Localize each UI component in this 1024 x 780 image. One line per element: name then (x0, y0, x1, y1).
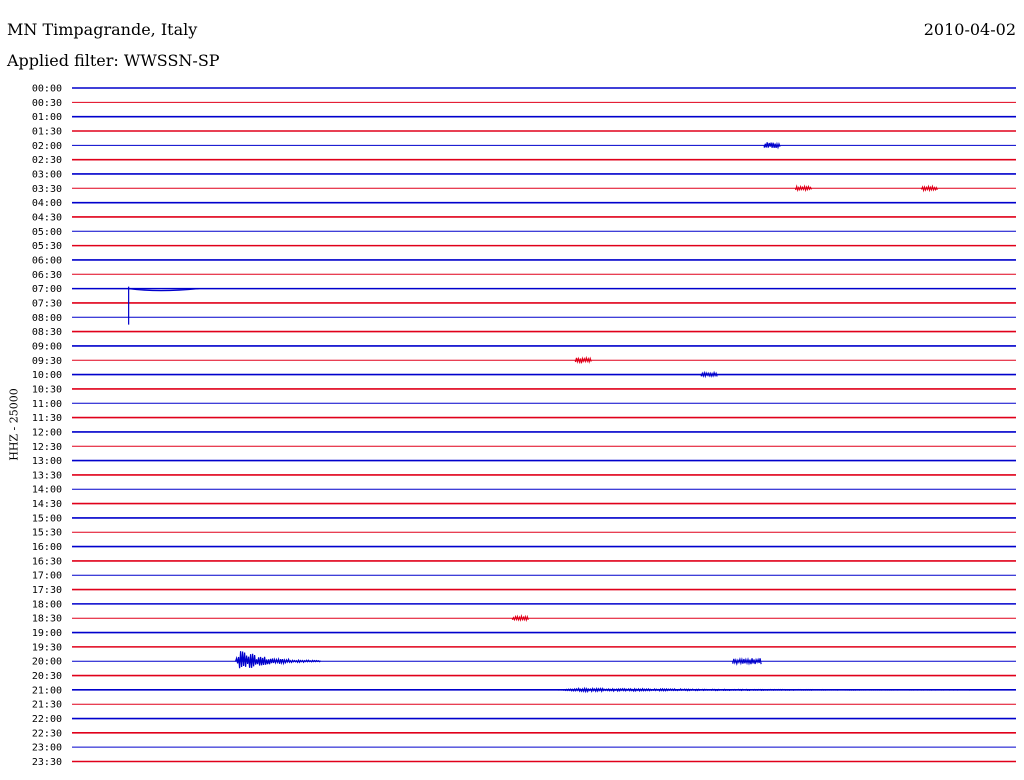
row-time-label: 12:30 (32, 442, 62, 453)
row-time-label: 17:00 (32, 571, 62, 582)
row-time-label: 02:00 (32, 141, 62, 152)
seismic-event-mark (511, 614, 529, 623)
row-time-label: 00:00 (32, 84, 62, 95)
row-time-label: 09:30 (32, 356, 62, 367)
row-time-label: 15:00 (32, 513, 62, 524)
seismic-event-mark (732, 657, 762, 666)
row-time-label: 20:00 (32, 657, 62, 668)
row-time-label: 08:30 (32, 327, 62, 338)
row-time-label: 06:30 (32, 270, 62, 281)
row-time-label: 16:30 (32, 556, 62, 567)
row-time-label: 15:30 (32, 528, 62, 539)
row-time-label: 07:30 (32, 298, 62, 309)
row-time-label: 14:00 (32, 485, 62, 496)
row-time-label: 10:30 (32, 384, 62, 395)
seismic-event-mark (234, 651, 322, 669)
row-time-label: 04:00 (32, 198, 62, 209)
seismic-event-mark (558, 686, 1001, 694)
row-time-label: 13:30 (32, 470, 62, 481)
row-time-label: 03:00 (32, 169, 62, 180)
row-time-label: 23:30 (32, 757, 62, 768)
row-time-label: 11:30 (32, 413, 62, 424)
row-time-label: 04:30 (32, 212, 62, 223)
row-time-label: 02:30 (32, 155, 62, 166)
row-time-label: 19:30 (32, 642, 62, 653)
row-time-label: 07:00 (32, 284, 62, 295)
row-time-label: 19:00 (32, 628, 62, 639)
row-time-label: 13:00 (32, 456, 62, 467)
row-time-label: 05:00 (32, 227, 62, 238)
row-time-label: 22:00 (32, 714, 62, 725)
row-time-label: 22:30 (32, 728, 62, 739)
row-time-label: 20:30 (32, 671, 62, 682)
row-time-label: 06:00 (32, 255, 62, 266)
row-time-label: 16:00 (32, 542, 62, 553)
row-time-label: 05:30 (32, 241, 62, 252)
row-time-label: 14:30 (32, 499, 62, 510)
row-time-label: 10:00 (32, 370, 62, 381)
helicorder-plot: 00:00 00:30 01:00 01:30 02:00 02:30 03:00 03:30… (32, 84, 1016, 768)
seismic-event-mark (700, 370, 718, 379)
row-time-label: 21:00 (32, 685, 62, 696)
row-time-label: 11:00 (32, 399, 62, 410)
row-time-label: 21:30 (32, 700, 62, 711)
row-time-label: 01:00 (32, 112, 62, 123)
seismic-event-mark (574, 355, 592, 365)
row-time-label: 18:30 (32, 614, 62, 625)
row-time-label: 18:00 (32, 599, 62, 610)
seismic-event-mark (763, 141, 781, 150)
seismic-event-mark (795, 184, 813, 193)
row-time-label: 01:30 (32, 126, 62, 137)
row-time-label: 23:00 (32, 743, 62, 754)
row-time-label: 12:00 (32, 427, 62, 438)
seismic-event-mark (921, 184, 938, 193)
row-time-label: 09:00 (32, 341, 62, 352)
seismic-event-mark (128, 286, 199, 325)
row-time-label: 00:30 (32, 98, 62, 109)
row-time-label: 08:00 (32, 313, 62, 324)
row-time-label: 03:30 (32, 184, 62, 195)
row-time-label: 17:30 (32, 585, 62, 596)
